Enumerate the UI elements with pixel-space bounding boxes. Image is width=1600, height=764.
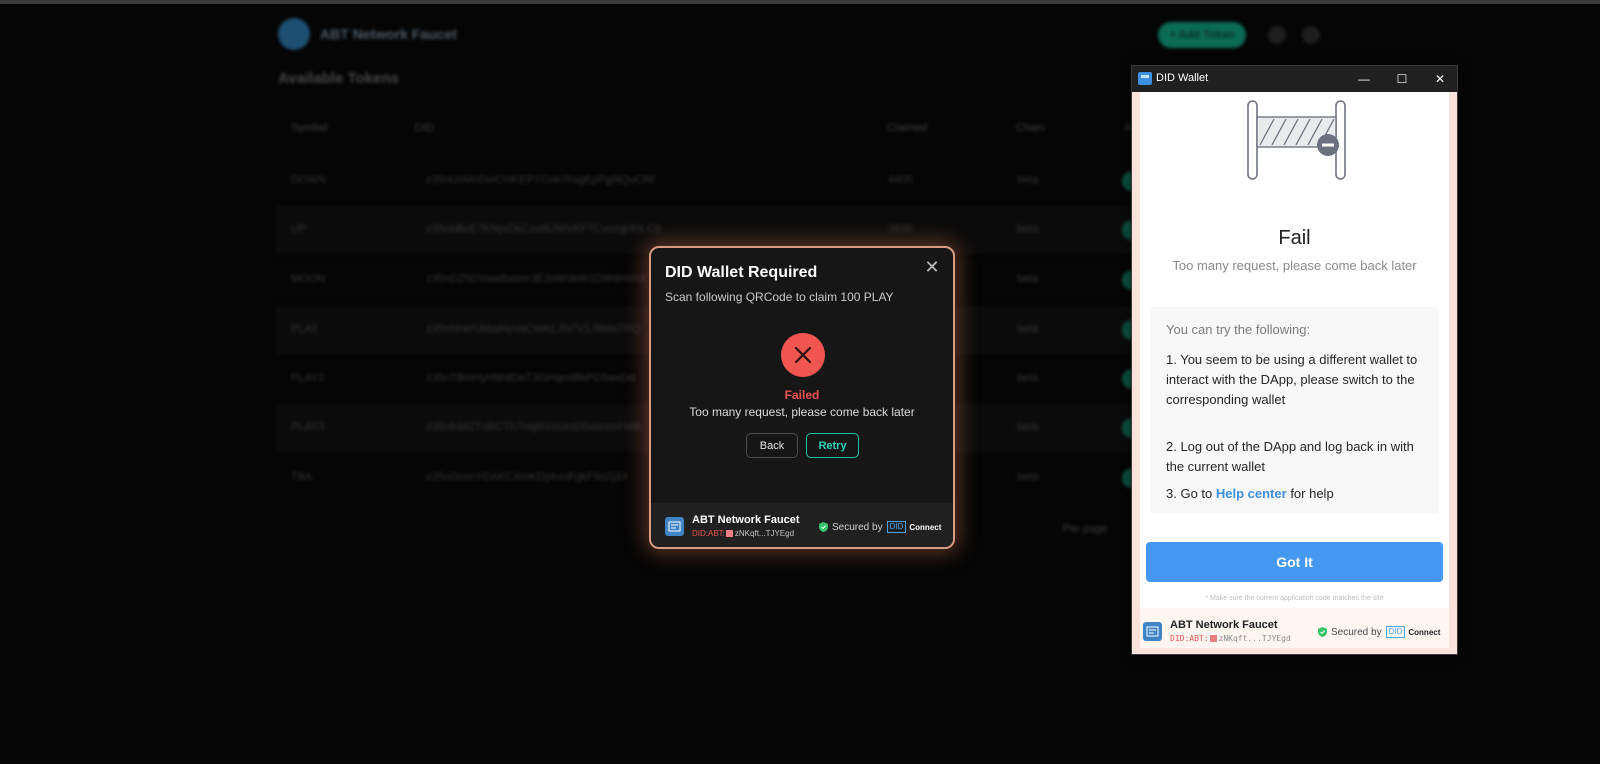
cell-symbol: TBA xyxy=(291,471,313,483)
cell-did: z35nDZ5DVwe8xomrJEJoWVeW1D9htHXhX xyxy=(426,273,647,285)
cell-symbol: DOWN xyxy=(291,174,326,186)
retry-button[interactable]: Retry xyxy=(806,433,859,458)
did-value: zNKqft...TJYEgd xyxy=(1218,634,1291,643)
help-center-link[interactable]: Help center xyxy=(1216,486,1287,501)
wallet-app-icon xyxy=(1138,72,1152,85)
tip3-prefix: 3. Go to xyxy=(1166,486,1213,501)
did-badge: DID xyxy=(1385,626,1406,638)
failed-status-icon xyxy=(781,333,825,377)
add-token-button[interactable]: + Add Token xyxy=(1158,22,1246,48)
dialog-subtitle: Scan following QRCode to claim 100 PLAY xyxy=(665,290,894,304)
footer-app-name: ABT Network Faucet xyxy=(692,514,800,526)
footer-did: DID:ABT: zNKqft...TJYEgd xyxy=(692,529,794,538)
cell-symbol: PLAY3 xyxy=(291,421,325,433)
cell-symbol: UP xyxy=(291,223,307,235)
x-icon xyxy=(794,346,812,364)
theme-icon[interactable] xyxy=(1268,26,1286,44)
tips-box: You can try the following: 1. You seem t… xyxy=(1150,307,1439,513)
minimize-icon[interactable]: — xyxy=(1346,66,1382,92)
cell-did: z35nbBeE7KNprDkCzwBJWVKF7CvozgHHLC9 xyxy=(426,223,661,235)
back-button[interactable]: Back xyxy=(746,433,798,458)
column-header-did: DID xyxy=(415,122,434,134)
dialog-title: DID Wallet Required xyxy=(665,264,818,281)
cell-did: z35nTBmHyH9NtDeT3GHqn4BkPD5wxDd xyxy=(426,372,636,384)
cell-claimed: 2835 xyxy=(888,223,913,235)
maximize-icon[interactable]: ☐ xyxy=(1384,66,1420,92)
status-message: Too many request, please come back later xyxy=(689,405,915,419)
did-value: zNKqft...TJYEgd xyxy=(734,529,795,538)
settings-icon[interactable] xyxy=(1302,26,1320,44)
cell-chain: beta xyxy=(1017,323,1039,335)
footer-did: DID:ABT: zNKqft...TJYEgd xyxy=(1170,634,1291,643)
cell-did: z35nfnMZTnBCTh7HqNVnUmD5wxnmFMB xyxy=(426,421,641,433)
close-icon[interactable]: ✕ xyxy=(921,256,943,278)
cell-chain: beta xyxy=(1017,471,1039,483)
blocked-gate-illustration xyxy=(1247,100,1346,180)
app-logo-icon xyxy=(665,517,684,536)
shield-check-icon xyxy=(1318,627,1327,637)
cell-symbol: PLAY2 xyxy=(291,372,325,384)
wallet-content: Fail Too many request, please come back … xyxy=(1140,92,1449,648)
column-header-chain: Chain xyxy=(1016,122,1045,134)
window-titlebar[interactable]: DID Wallet — ☐ ✕ xyxy=(1132,66,1457,92)
window-title: DID Wallet xyxy=(1156,72,1209,84)
did-prefix: DID:ABT: xyxy=(1170,634,1209,643)
app-logo-icon xyxy=(1143,622,1162,641)
tip3-suffix: for help xyxy=(1290,486,1334,501)
did-badge: DID xyxy=(886,521,907,533)
got-it-button[interactable]: Got It xyxy=(1146,542,1443,582)
column-header-claimed: Claimed xyxy=(887,122,928,134)
cell-chain: beta xyxy=(1017,223,1039,235)
app-logo xyxy=(278,18,310,50)
tip-item: 2. Log out of the DApp and log back in w… xyxy=(1166,439,1414,474)
fail-title: Fail xyxy=(1278,227,1311,249)
connect-label: Connect xyxy=(909,522,942,532)
tip-item: 3. Go to Help center for help xyxy=(1166,484,1428,504)
cell-chain: beta xyxy=(1017,421,1039,433)
close-icon[interactable]: ✕ xyxy=(1422,66,1458,92)
secured-by-did-connect: Secured by DID Connect xyxy=(1318,626,1440,638)
per-page-label: Per page xyxy=(1063,523,1108,535)
cell-did: z35nUxMnDvrCHKEPYCnk7hsgEpPg6tQuCRf xyxy=(426,174,655,186)
did-wallet-window: DID Wallet — ☐ ✕ Fail Too many request, … xyxy=(1131,65,1458,655)
status-label: Failed xyxy=(784,388,820,402)
footer-app-name: ABT Network Faucet xyxy=(1170,619,1278,631)
did-wallet-required-dialog: DID Wallet Required ✕ Scan following QRC… xyxy=(649,246,955,549)
cell-did: z35nGccnYDAKCXmKDpkvuFgkF5oZj3X xyxy=(426,471,629,483)
cell-claimed: 4405 xyxy=(888,174,913,186)
wallet-footer: ABT Network Faucet DID:ABT: zNKqft...TJYE… xyxy=(1140,608,1449,648)
column-header-symbol: Symbol xyxy=(291,122,328,134)
cell-chain: beta xyxy=(1017,273,1039,285)
app-title: ABT Network Faucet xyxy=(320,26,457,42)
fail-subtitle: Too many request, please come back later xyxy=(1172,258,1417,273)
cell-symbol: MOON xyxy=(291,273,326,285)
tips-header: You can try the following: xyxy=(1166,322,1311,337)
did-avatar xyxy=(1209,635,1217,642)
did-avatar xyxy=(725,530,733,537)
shield-check-icon xyxy=(819,522,828,532)
cell-chain: beta xyxy=(1017,372,1039,384)
section-title: Available Tokens xyxy=(278,70,399,87)
did-prefix: DID:ABT: xyxy=(692,529,725,538)
cell-symbol: PLAY xyxy=(291,323,319,335)
tip-item: 1. You seem to be using a different wall… xyxy=(1166,352,1418,407)
table-row[interactable]: DOWN z35nUxMnDvrCHKEPYCnk7hsgEpPg6tQuCRf… xyxy=(276,157,1156,205)
connect-label: Connect xyxy=(1408,627,1441,637)
secured-by-label: Secured by xyxy=(832,521,883,533)
cell-did: z35nNnerUkbaNyVaCWKLJN7V1J9MaTRQ xyxy=(426,323,641,335)
cell-chain: beta xyxy=(1017,174,1039,186)
secured-by-label: Secured by xyxy=(1331,626,1382,638)
secured-by-did-connect: Secured by DID Connect xyxy=(819,521,941,533)
hint-text: * Make sure the current application code… xyxy=(1205,595,1384,602)
dialog-footer: ABT Network Faucet DID:ABT: zNKqft...TJYE… xyxy=(651,503,953,547)
